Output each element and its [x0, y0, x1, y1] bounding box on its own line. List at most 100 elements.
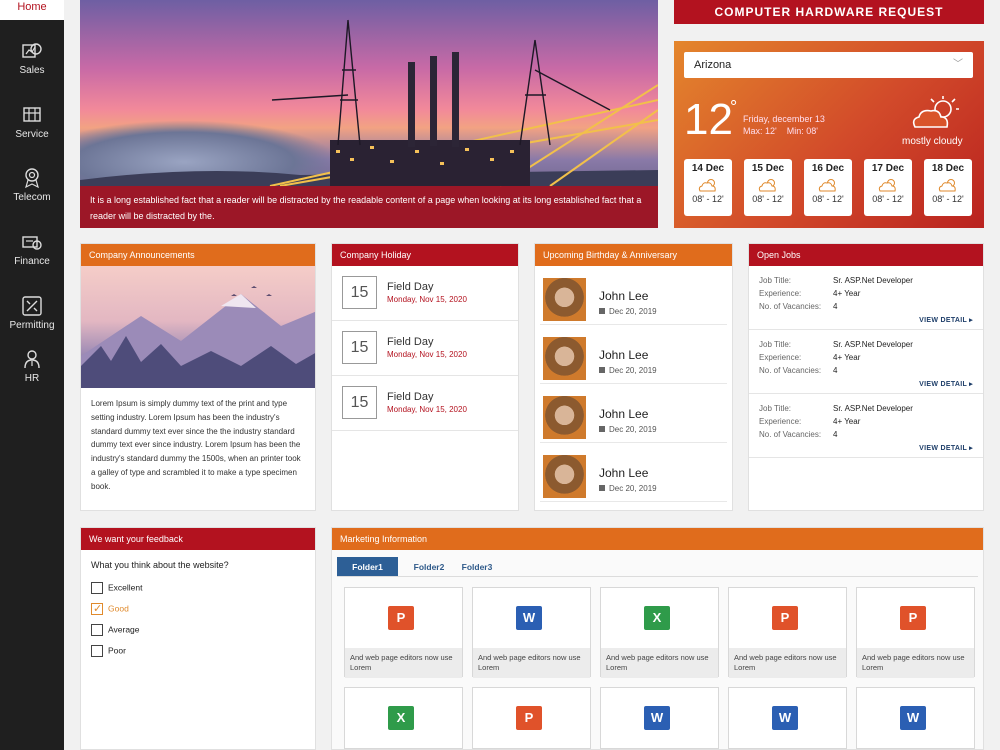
experience-value: 4+ Year: [833, 417, 861, 426]
tab-divider: [337, 576, 978, 577]
feedback-option-excellent[interactable]: Excellent: [91, 582, 143, 594]
degree-symbol: °: [730, 97, 738, 117]
forecast-range: 08' - 12': [872, 194, 904, 204]
sidebar: Home Sales Service Telecom Finance Permi…: [0, 0, 64, 750]
excel-icon: X: [644, 606, 670, 630]
powerpoint-icon: P: [388, 606, 414, 630]
vacancies-label: No. of Vacancies:: [759, 366, 822, 375]
word-icon: W: [516, 606, 542, 630]
file-caption: And web page editors now use Lorem: [473, 648, 590, 678]
birthday-date-text: Dec 20, 2019: [609, 484, 657, 493]
forecast-day: 16 Dec 08' - 12': [804, 159, 852, 216]
file-tile[interactable]: W: [856, 687, 975, 749]
announcements-panel: Company Announcements Lorem Ipsum is sim…: [80, 243, 316, 511]
birthday-date: Dec 20, 2019: [599, 425, 657, 434]
holiday-name: Field Day: [387, 281, 434, 293]
tab-folder1[interactable]: Folder1: [337, 557, 398, 577]
panel-title: Open Jobs: [749, 244, 983, 266]
feedback-option-poor[interactable]: Poor: [91, 645, 126, 657]
sidebar-item-home[interactable]: Home: [0, 0, 64, 20]
excel-icon: X: [388, 706, 414, 730]
file-caption: And web page editors now use Lorem: [601, 648, 718, 678]
file-tile[interactable]: W: [728, 687, 847, 749]
forecast-range: 08' - 12': [692, 194, 724, 204]
feedback-option-good[interactable]: ✓ Good: [91, 603, 129, 615]
calendar-icon: [599, 426, 605, 432]
sidebar-item-label: Service: [15, 129, 49, 140]
checkbox[interactable]: ✓: [91, 603, 103, 615]
birthday-item[interactable]: John Lee Dec 20, 2019: [540, 384, 727, 443]
forecast-date: 16 Dec: [811, 163, 845, 174]
checkbox[interactable]: [91, 624, 103, 636]
panel-title: We want your feedback: [81, 528, 315, 550]
cloud-sun-icon: [878, 179, 896, 192]
sidebar-item-telecom[interactable]: Telecom: [0, 167, 64, 203]
powerpoint-icon: P: [900, 606, 926, 630]
person-name: John Lee: [599, 348, 649, 362]
checkbox[interactable]: [91, 582, 103, 594]
checkbox[interactable]: [91, 645, 103, 657]
vacancies-label: No. of Vacancies:: [759, 430, 822, 439]
holiday-name: Field Day: [387, 336, 434, 348]
sidebar-item-label: Sales: [19, 65, 45, 76]
sidebar-item-label: Finance: [14, 256, 50, 267]
word-icon: W: [644, 706, 670, 730]
sidebar-item-hr[interactable]: HR: [0, 348, 64, 384]
birthday-date: Dec 20, 2019: [599, 366, 657, 375]
sidebar-item-permitting[interactable]: Permitting: [0, 295, 64, 331]
announcement-text: Lorem Ipsum is simply dummy text of the …: [91, 399, 301, 491]
file-tile[interactable]: P: [472, 687, 591, 749]
experience-label: Experience:: [759, 353, 802, 362]
telecom-icon: [25, 168, 39, 189]
hero-banner: It is a long established fact that a rea…: [80, 0, 658, 228]
sidebar-item-finance[interactable]: Finance: [0, 231, 64, 267]
word-icon: W: [900, 706, 926, 730]
panel-title: Company Holiday: [332, 244, 518, 266]
weather-condition: mostly cloudy: [902, 136, 963, 147]
feedback-option-average[interactable]: Average: [91, 624, 140, 636]
file-tile[interactable]: X: [344, 687, 463, 749]
birthday-item[interactable]: John Lee Dec 20, 2019: [540, 443, 727, 502]
job-title-value: Sr. ASP.Net Developer: [833, 276, 913, 285]
file-tile[interactable]: P And web page editors now use Lorem: [856, 587, 975, 678]
sidebar-item-label: Permitting: [9, 320, 55, 331]
forecast-day: 14 Dec 08' - 12': [684, 159, 732, 216]
avatar: [543, 337, 586, 380]
computer-hardware-request-button[interactable]: COMPUTER HARDWARE REQUEST: [674, 0, 984, 24]
holiday-item[interactable]: 15 Field Day Monday, Nov 15, 2020: [332, 321, 518, 376]
mountain-landscape-image: [81, 266, 315, 388]
forecast-range: 08' - 12': [932, 194, 964, 204]
file-tile[interactable]: P And web page editors now use Lorem: [344, 587, 463, 678]
birthday-item[interactable]: John Lee Dec 20, 2019: [540, 325, 727, 384]
finance-icon: [22, 236, 42, 250]
powerpoint-icon: P: [516, 706, 542, 730]
view-detail-link[interactable]: VIEW DETAIL ▸: [919, 444, 973, 452]
holiday-date: Monday, Nov 15, 2020: [387, 405, 467, 414]
file-tile[interactable]: X And web page editors now use Lorem: [600, 587, 719, 678]
holiday-item[interactable]: 15 Field Day Monday, Nov 15, 2020: [332, 376, 518, 431]
view-detail-link[interactable]: VIEW DETAIL ▸: [919, 380, 973, 388]
file-tile[interactable]: P And web page editors now use Lorem: [728, 587, 847, 678]
location-select[interactable]: Arizona ﹀: [684, 52, 973, 78]
weather-minmax: Max: 12' Min: 08': [743, 126, 818, 136]
file-tile[interactable]: W: [600, 687, 719, 749]
view-detail-link[interactable]: VIEW DETAIL ▸: [919, 316, 973, 324]
experience-label: Experience:: [759, 289, 802, 298]
feedback-question: What you think about the website?: [91, 560, 229, 570]
location-value: Arizona: [694, 59, 732, 71]
birthday-date-text: Dec 20, 2019: [609, 307, 657, 316]
holiday-panel: Company Holiday 15 Field Day Monday, Nov…: [331, 243, 519, 511]
file-caption: And web page editors now use Lorem: [857, 648, 974, 678]
holiday-item[interactable]: 15 Field Day Monday, Nov 15, 2020: [332, 266, 518, 321]
sidebar-item-sales[interactable]: Sales: [0, 40, 64, 76]
tab-folder3[interactable]: Folder3: [457, 557, 497, 577]
calendar-icon: [599, 308, 605, 314]
file-tile[interactable]: W And web page editors now use Lorem: [472, 587, 591, 678]
tab-folder2[interactable]: Folder2: [409, 557, 449, 577]
hero-caption: It is a long established fact that a rea…: [80, 186, 658, 228]
holiday-name: Field Day: [387, 391, 434, 403]
sidebar-item-service[interactable]: Service: [0, 104, 64, 140]
birthday-item[interactable]: John Lee Dec 20, 2019: [540, 266, 727, 325]
forecast-day: 15 Dec 08' - 12': [744, 159, 792, 216]
option-label: Poor: [108, 645, 126, 656]
